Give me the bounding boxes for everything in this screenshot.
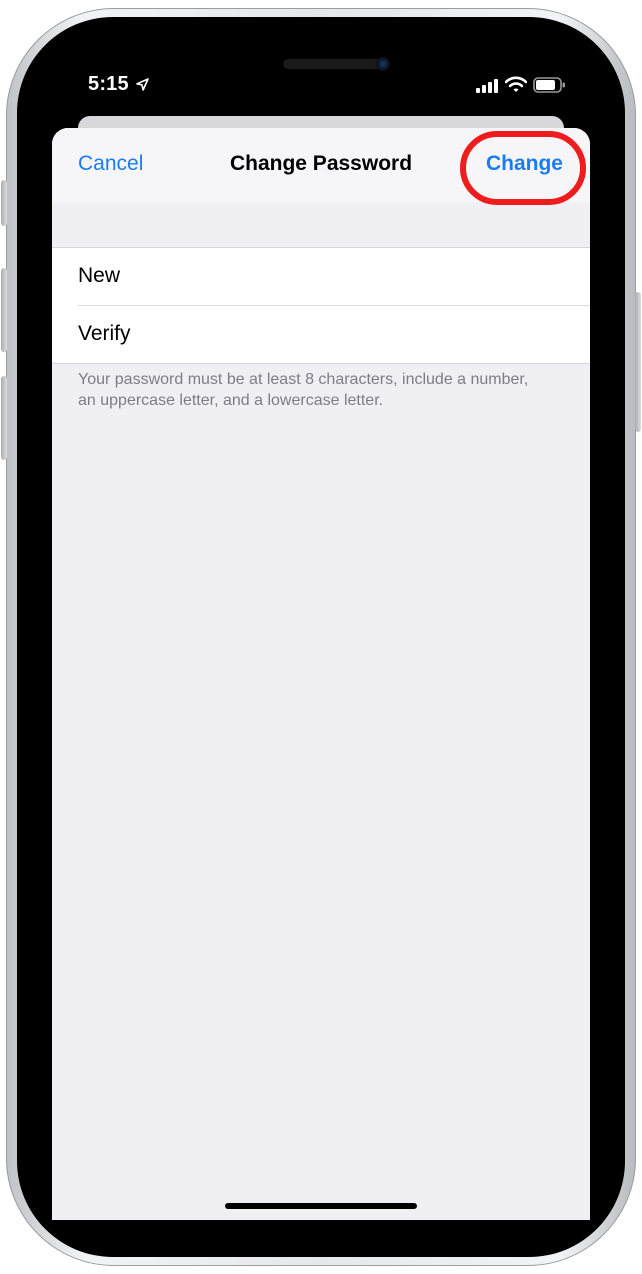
new-password-label: New — [78, 264, 121, 287]
mute-switch — [1, 180, 7, 226]
volume-up-button — [1, 268, 7, 352]
change-password-sheet: Cancel Change Password Change New Verify… — [52, 128, 590, 1220]
front-camera — [376, 57, 390, 71]
verify-password-row[interactable]: Verify — [78, 305, 590, 363]
change-button-highlight — [460, 131, 586, 205]
new-password-field[interactable] — [202, 258, 566, 296]
password-form: New Verify — [52, 247, 590, 364]
wifi-icon — [504, 76, 528, 98]
signal-icon — [476, 79, 500, 98]
status-time: 5:15 — [88, 73, 129, 95]
new-password-row[interactable]: New — [52, 248, 590, 305]
side-button — [635, 292, 641, 432]
verify-password-label: Verify — [78, 322, 131, 345]
verify-password-field[interactable] — [202, 316, 566, 354]
password-requirements-note: Your password must be at least 8 charact… — [78, 371, 529, 409]
volume-down-button — [1, 376, 7, 460]
earpiece-speaker — [283, 59, 387, 69]
home-indicator[interactable] — [225, 1203, 417, 1209]
battery-icon — [533, 77, 566, 98]
location-arrow-icon — [136, 78, 149, 96]
